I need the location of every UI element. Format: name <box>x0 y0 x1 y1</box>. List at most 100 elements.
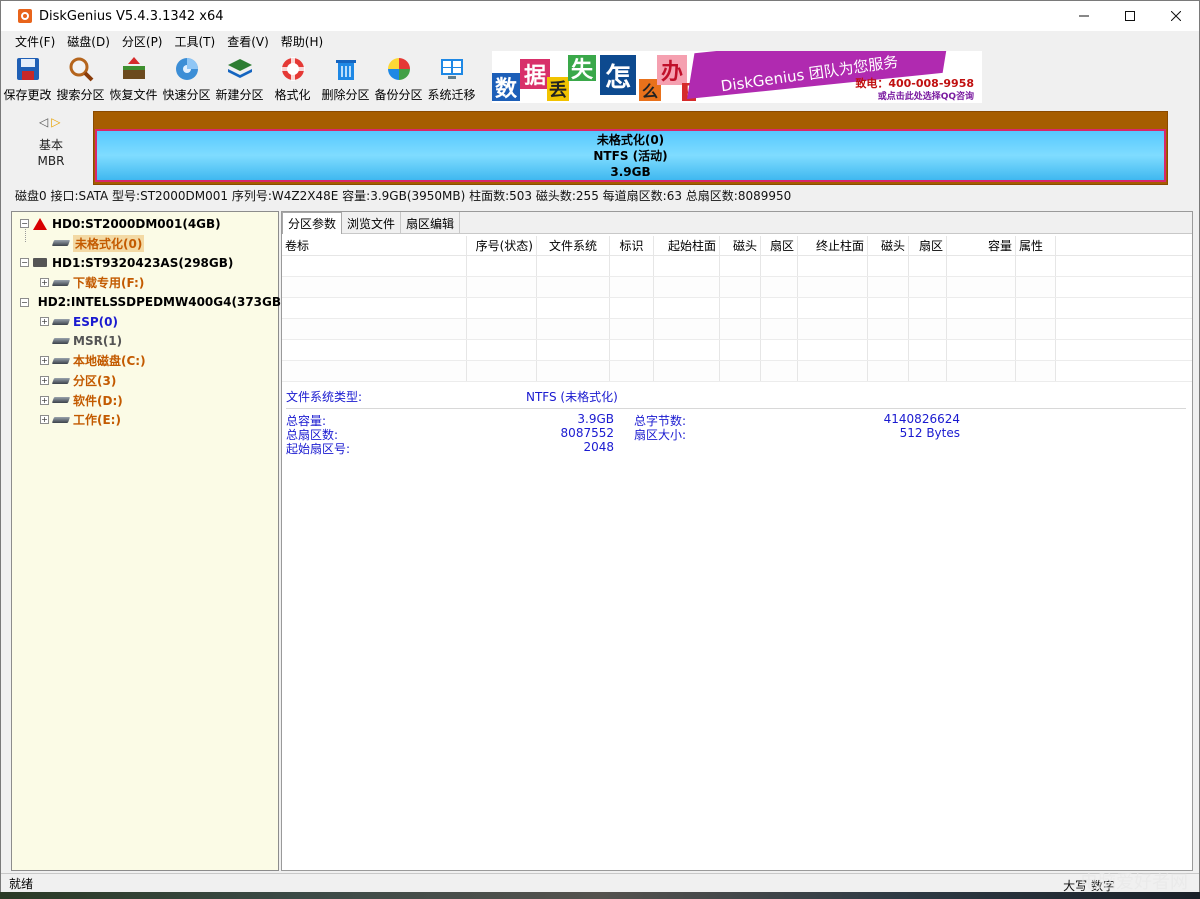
col-attributes[interactable]: 属性 <box>1016 236 1056 255</box>
backup-partition-icon <box>387 58 410 80</box>
expand-icon[interactable]: + <box>40 395 49 405</box>
menu-view[interactable]: 查看(V) <box>221 33 275 50</box>
next-disk-icon[interactable]: ▷ <box>51 115 63 129</box>
maximize-button[interactable] <box>1107 1 1153 31</box>
maximize-icon <box>1125 11 1135 21</box>
col-filesystem[interactable]: 文件系统 <box>537 236 610 255</box>
col-capacity[interactable]: 容量 <box>947 236 1016 255</box>
search-partition-button[interactable]: 搜索分区 <box>54 51 107 103</box>
menu-tools[interactable]: 工具(T) <box>169 33 222 50</box>
table-cell <box>654 256 720 276</box>
disk-info-line: 磁盘0 接口:SATA 型号:ST2000DM001 序列号:W4Z2X48E … <box>15 189 792 203</box>
save-changes-button[interactable]: 保存更改 <box>1 51 54 103</box>
collapse-icon[interactable]: − <box>20 219 29 229</box>
expand-icon[interactable]: + <box>40 415 49 425</box>
fs-type-row: 文件系统类型: NTFS (未格式化) <box>286 388 1192 406</box>
menu-help[interactable]: 帮助(H) <box>275 33 329 50</box>
tree-partition[interactable]: + 下载专用(F:) <box>12 273 278 293</box>
disk-type-basic: 基本 <box>38 138 63 152</box>
table-cell <box>761 256 798 276</box>
backup-partition-label: 备份分区 <box>374 88 423 102</box>
col-end-cylinder[interactable]: 终止柱面 <box>798 236 868 255</box>
table-cell <box>761 298 798 318</box>
table-cell <box>282 340 467 360</box>
tab-sector-edit[interactable]: 扇区编辑 <box>401 212 461 234</box>
table-cell <box>467 361 537 381</box>
table-row[interactable] <box>282 256 1192 277</box>
col-start-sector[interactable]: 扇区 <box>761 236 798 255</box>
system-migration-button[interactable]: 系统迁移 <box>425 51 478 103</box>
tab-partition-params[interactable]: 分区参数 <box>282 212 343 234</box>
table-header: 卷标 序号(状态) 文件系统 标识 起始柱面 磁头 扇区 终止柱面 磁头 扇区 … <box>282 236 1192 256</box>
tree-disk-hd2[interactable]: − HD2:INTELSSDPEDMW400G4(373GB) <box>12 292 287 312</box>
tree-partition[interactable]: 未格式化(0) <box>12 234 278 254</box>
format-button[interactable]: 格式化 <box>266 51 319 103</box>
recover-file-button[interactable]: 恢复文件 <box>107 51 160 103</box>
save-icon <box>16 58 39 80</box>
col-index-status[interactable]: 序号(状态) <box>467 236 537 255</box>
banner-tile: 据 <box>520 59 550 89</box>
delete-partition-button[interactable]: 删除分区 <box>319 51 372 103</box>
table-cell <box>610 277 654 297</box>
expand-icon[interactable]: + <box>40 376 49 386</box>
table-row[interactable] <box>282 361 1192 382</box>
partition-block-fs: NTFS (活动) <box>593 148 668 163</box>
partition-block[interactable]: 未格式化(0) NTFS (活动) 3.9GB <box>95 129 1166 182</box>
tree-partition[interactable]: + 分区(3) <box>12 371 278 391</box>
table-cell <box>868 298 909 318</box>
table-row[interactable] <box>282 298 1192 319</box>
status-bar: 就绪 大写 数字 <box>1 873 1199 893</box>
banner-qq-link[interactable]: 或点击此处选择QQ咨询 <box>878 89 974 102</box>
table-cell <box>654 319 720 339</box>
expand-icon[interactable]: + <box>40 278 49 288</box>
tree-disk-hd0[interactable]: − HD0:ST2000DM001(4GB) <box>12 214 278 234</box>
new-partition-button[interactable]: 新建分区 <box>213 51 266 103</box>
col-start-cylinder[interactable]: 起始柱面 <box>654 236 720 255</box>
tree-partition[interactable]: + 本地磁盘(C:) <box>12 351 278 371</box>
tree-partition[interactable]: + 工作(E:) <box>12 410 278 430</box>
col-start-head[interactable]: 磁头 <box>720 236 761 255</box>
table-row[interactable] <box>282 319 1192 340</box>
tree-partition[interactable]: + ESP(0) <box>12 312 278 332</box>
close-button[interactable] <box>1153 1 1199 31</box>
backup-partition-button[interactable]: 备份分区 <box>372 51 425 103</box>
tree-disk-hd1[interactable]: − HD1:ST9320423AS(298GB) <box>12 253 278 273</box>
collapse-icon[interactable]: − <box>20 297 29 307</box>
quick-partition-label: 快速分区 <box>162 88 211 102</box>
table-cell <box>761 277 798 297</box>
tree-partition[interactable]: + 软件(D:) <box>12 390 278 410</box>
partition-icon <box>51 377 71 384</box>
save-changes-label: 保存更改 <box>3 88 52 102</box>
table-cell <box>467 277 537 297</box>
minimize-icon <box>1079 15 1089 17</box>
minimize-button[interactable] <box>1061 1 1107 31</box>
quick-partition-button[interactable]: 快速分区 <box>160 51 213 103</box>
expand-icon[interactable]: + <box>40 356 49 366</box>
prev-disk-icon[interactable]: ◁ <box>39 115 51 129</box>
total-capacity-value: 3.9GB <box>577 412 614 426</box>
support-banner[interactable]: 数 据 丢 失 怎 么 办 ! DiskGenius 团队为您服务 致电：400… <box>492 51 982 103</box>
partition-icon <box>51 357 71 364</box>
menu-partition[interactable]: 分区(P) <box>116 33 169 50</box>
table-cell <box>947 256 1016 276</box>
menu-disk[interactable]: 磁盘(D) <box>61 33 116 50</box>
tab-browse-files[interactable]: 浏览文件 <box>342 212 402 234</box>
table-row[interactable] <box>282 340 1192 361</box>
disk-tree: − HD0:ST2000DM001(4GB) 未格式化(0) − HD1:ST9… <box>11 211 287 871</box>
tree-partition-label: 下载专用(F:) <box>73 276 145 291</box>
col-id[interactable]: 标识 <box>610 236 654 255</box>
search-partition-label: 搜索分区 <box>56 88 105 102</box>
col-volume-label[interactable]: 卷标 <box>282 236 467 255</box>
collapse-icon[interactable]: − <box>20 258 29 268</box>
tree-partition[interactable]: MSR(1) <box>12 332 278 352</box>
col-end-sector[interactable]: 扇区 <box>909 236 947 255</box>
table-cell <box>610 361 654 381</box>
table-cell <box>868 319 909 339</box>
app-logo-icon <box>18 9 32 23</box>
menu-file[interactable]: 文件(F) <box>9 33 61 50</box>
table-cell <box>720 256 761 276</box>
expand-icon[interactable]: + <box>40 317 49 327</box>
table-row[interactable] <box>282 277 1192 298</box>
table-cell <box>947 277 1016 297</box>
col-end-head[interactable]: 磁头 <box>868 236 909 255</box>
